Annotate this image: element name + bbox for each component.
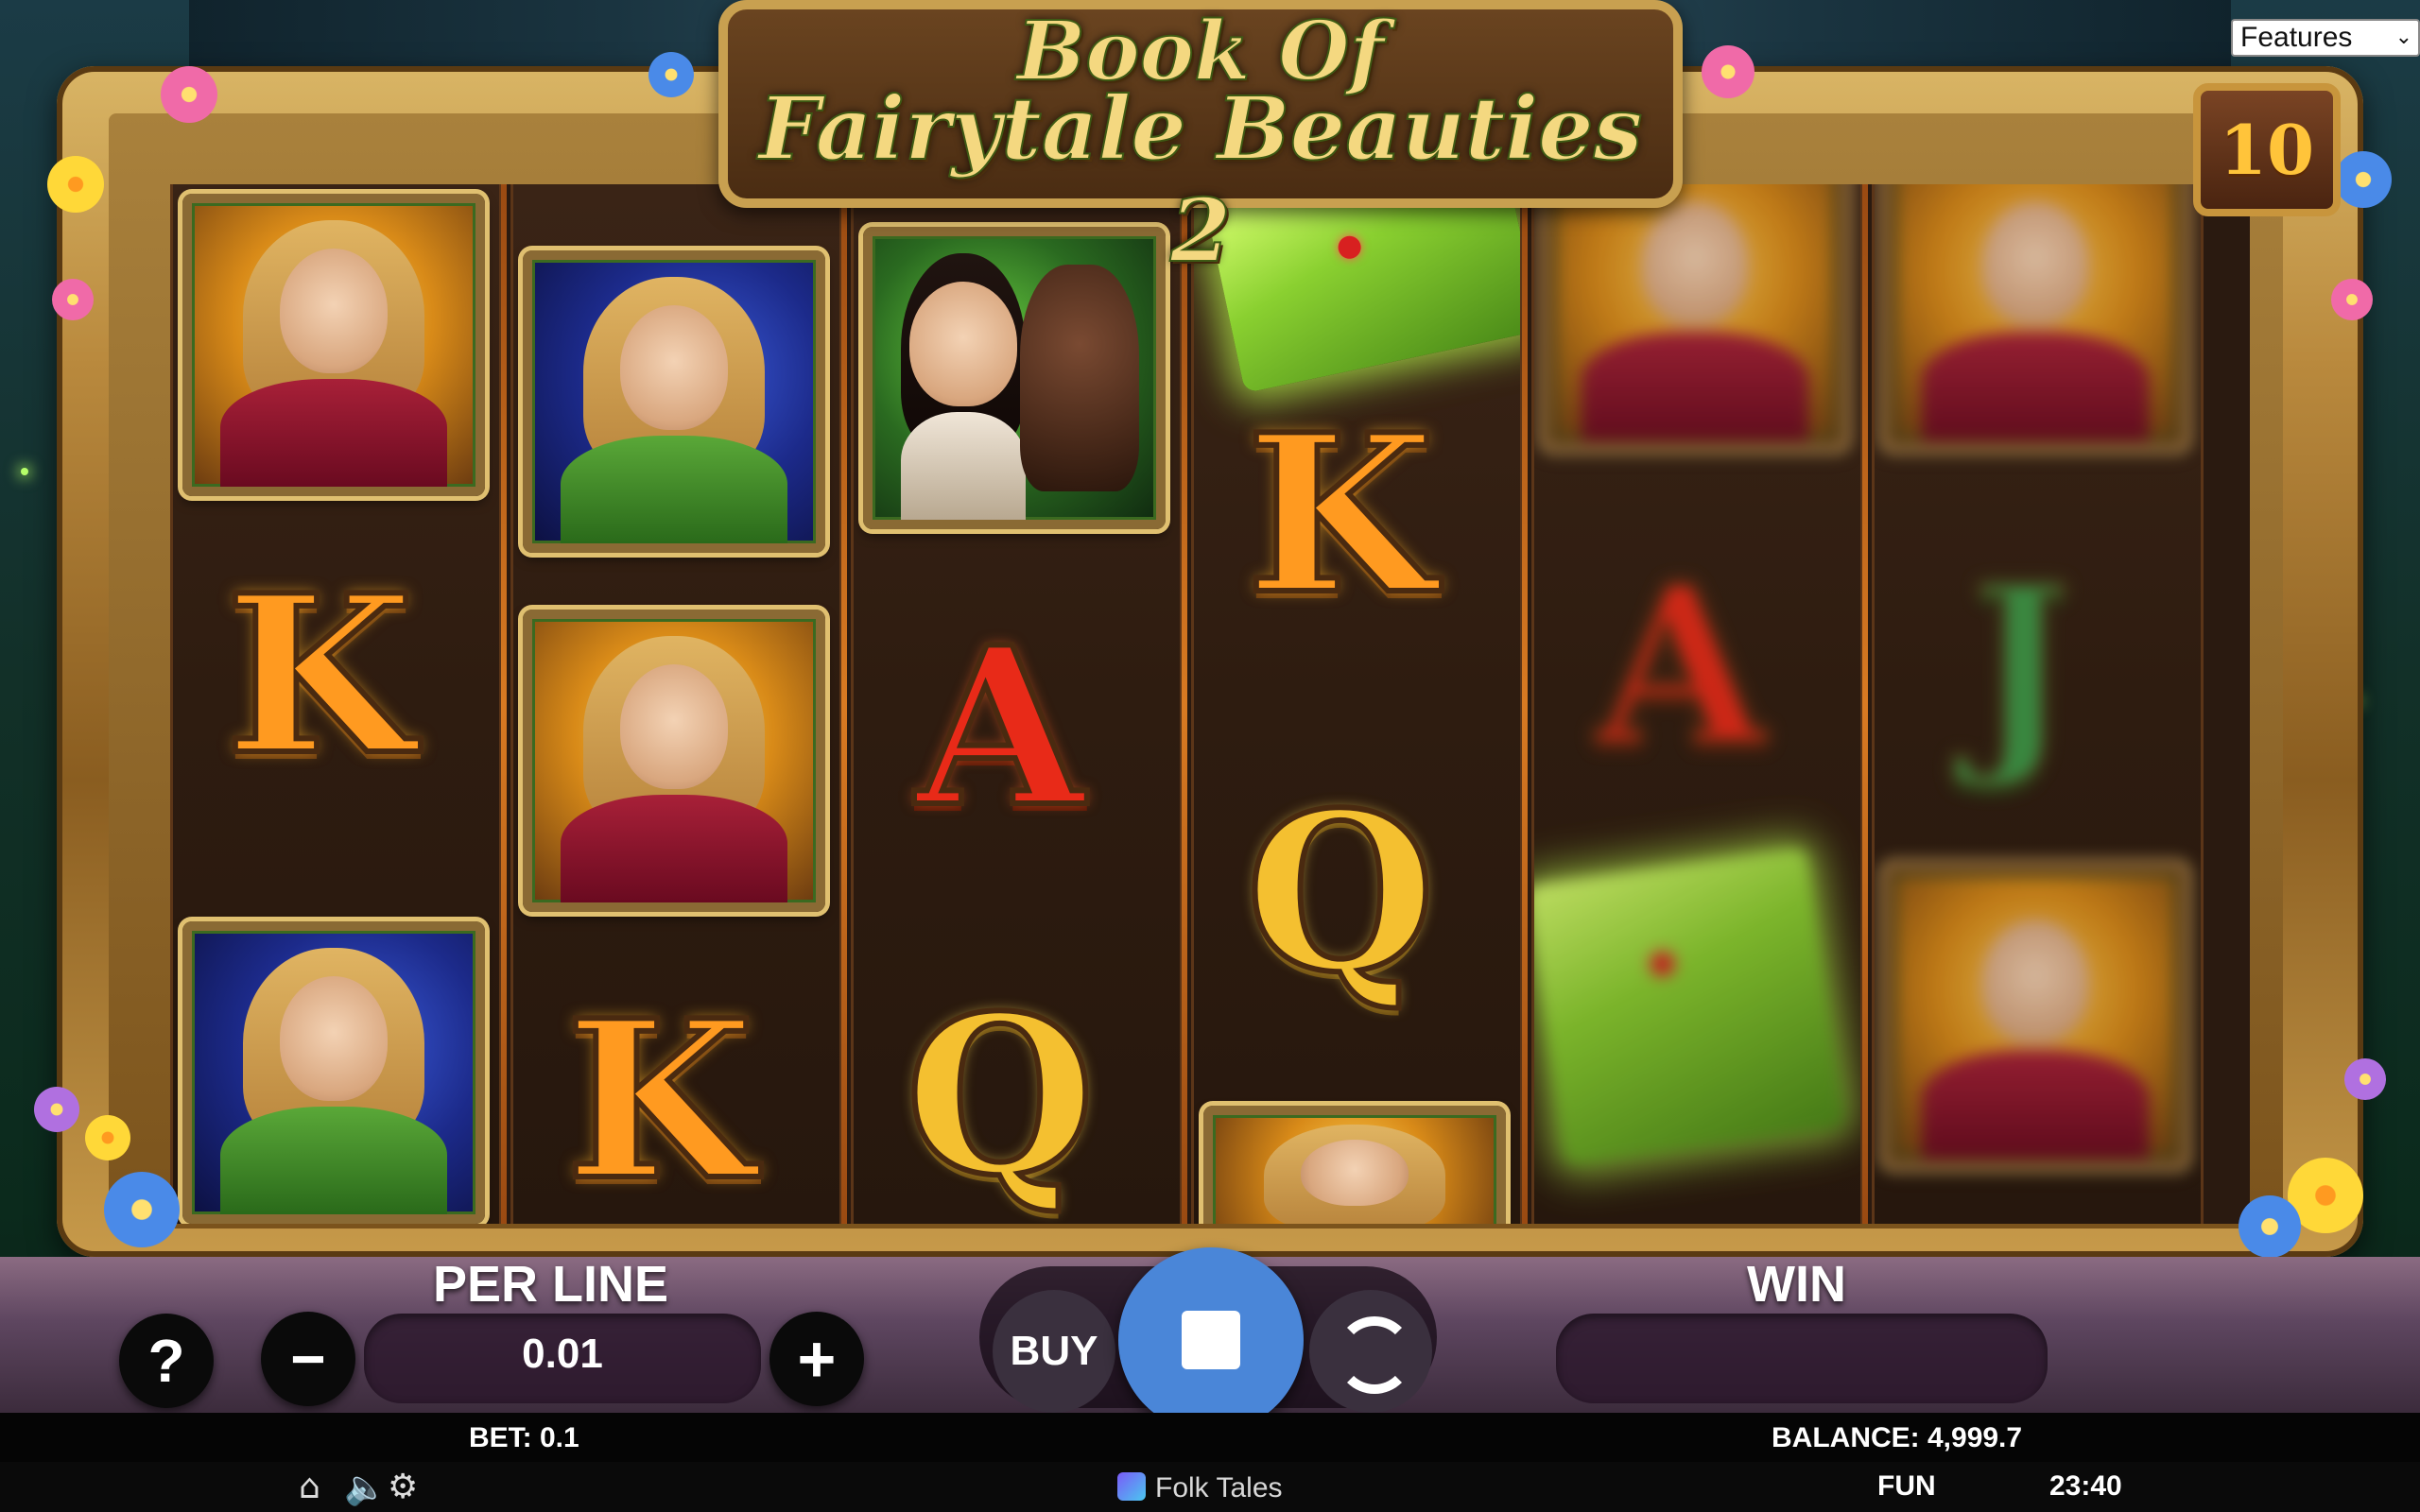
symbol-portrait-blonde-red xyxy=(1203,1106,1506,1224)
symbol-portrait-blurred xyxy=(1884,865,2187,1167)
autoplay-button[interactable] xyxy=(1309,1290,1432,1413)
features-dropdown[interactable]: Features ⌄ xyxy=(2231,19,2420,57)
help-button[interactable]: ? xyxy=(119,1314,214,1408)
help-icon: ? xyxy=(147,1327,185,1395)
settings-icon[interactable]: ⚙ xyxy=(388,1468,418,1506)
game-name: Folk Tales xyxy=(1155,1472,1283,1503)
flower-decoration xyxy=(104,1172,180,1247)
flower-decoration xyxy=(47,156,104,213)
reel-2: K xyxy=(510,184,842,1224)
symbol-portrait-blonde-green xyxy=(523,250,825,553)
game-screen: K K A Q K Q A J Book Of Fairytale Beauti… xyxy=(0,0,2420,1512)
symbol-a: A xyxy=(913,600,1087,855)
symbol-q: Q xyxy=(903,969,1098,1224)
reel-4: K Q xyxy=(1191,184,1523,1224)
stop-icon xyxy=(1182,1311,1240,1369)
symbol-portrait-blonde-green xyxy=(182,921,485,1224)
flower-decoration xyxy=(2344,1058,2386,1100)
free-spins-badge: 10 xyxy=(2193,83,2341,216)
plus-icon: + xyxy=(797,1322,837,1396)
symbol-k: K xyxy=(562,973,757,1224)
features-dropdown-value: Features xyxy=(2240,22,2353,53)
reel-6: J xyxy=(1872,184,2204,1224)
symbol-q: Q xyxy=(1243,765,1438,1021)
firefly xyxy=(21,468,28,475)
clock: 23:40 xyxy=(2049,1470,2122,1502)
chevron-down-icon: ⌄ xyxy=(2394,25,2412,48)
reel-1: K xyxy=(170,184,502,1224)
flower-decoration xyxy=(648,52,694,97)
provider-logo xyxy=(1117,1472,1146,1501)
autoplay-icon xyxy=(1336,1316,1413,1394)
balance-display: BALANCE: 4,999.7 xyxy=(1772,1422,2023,1453)
per-line-label: PER LINE xyxy=(433,1256,669,1313)
symbol-k: K xyxy=(1243,387,1438,643)
win-display xyxy=(1556,1314,2048,1403)
flower-decoration xyxy=(2335,151,2392,208)
bet-total: BET: 0.1 xyxy=(469,1422,579,1453)
symbol-a: A xyxy=(1594,539,1768,794)
flower-decoration xyxy=(34,1087,79,1132)
per-line-value: 0.01 xyxy=(522,1331,603,1377)
win-label: WIN xyxy=(1747,1256,1846,1313)
symbol-portrait-blonde-red xyxy=(523,610,825,912)
flower-decoration xyxy=(2331,279,2373,320)
home-icon[interactable]: ⌂ xyxy=(299,1468,320,1506)
game-title-plate: Book Of Fairytale Beauties 2 xyxy=(718,0,1683,283)
symbol-j: J xyxy=(1967,539,2076,794)
decrease-bet-button[interactable]: − xyxy=(261,1312,355,1406)
symbol-k: K xyxy=(222,548,417,803)
mode-indicator: FUN xyxy=(1877,1470,1936,1502)
flower-decoration xyxy=(85,1115,130,1160)
minus-icon: − xyxy=(290,1325,326,1393)
flower-decoration xyxy=(161,66,217,123)
flower-decoration xyxy=(1702,45,1754,98)
increase-bet-button[interactable]: + xyxy=(769,1312,864,1406)
reel-separator xyxy=(1522,184,1528,1224)
reel-3: A Q xyxy=(851,184,1183,1224)
stop-spin-button[interactable] xyxy=(1118,1247,1304,1433)
symbol-book xyxy=(1534,846,1846,1167)
symbol-portrait-blurred xyxy=(1884,184,2187,449)
status-bar-top-row xyxy=(0,1413,2420,1462)
reel-separator xyxy=(1182,184,1187,1224)
sound-icon[interactable]: 🔈 xyxy=(344,1468,387,1507)
game-title-line-2: Fairytale Beauties 2 xyxy=(758,77,1644,283)
flower-decoration xyxy=(2238,1195,2301,1258)
reel-separator xyxy=(1862,184,1868,1224)
reel-separator xyxy=(501,184,507,1224)
symbol-portrait-blonde-red xyxy=(182,194,485,496)
flower-decoration xyxy=(52,279,94,320)
reel-separator xyxy=(841,184,847,1224)
reel-area: K K A Q K Q A J xyxy=(170,184,2250,1224)
buy-label: BUY xyxy=(1010,1328,1098,1374)
buy-feature-button[interactable]: BUY xyxy=(993,1290,1115,1413)
reel-5: A xyxy=(1531,184,1863,1224)
